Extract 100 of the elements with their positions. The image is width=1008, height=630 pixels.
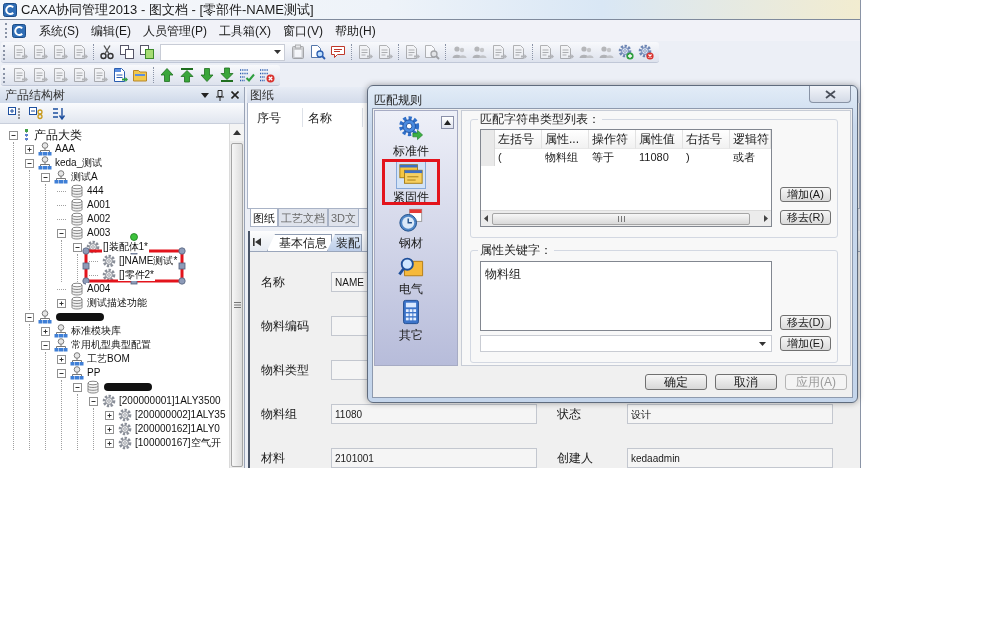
users-icon [598, 44, 614, 60]
expand-toggle[interactable] [57, 298, 66, 308]
tree-item[interactable]: 测试描述功能 [86, 297, 148, 309]
close-button[interactable] [809, 86, 851, 103]
scroll-up-button[interactable] [441, 116, 454, 129]
right-arrow-icon[interactable] [764, 215, 768, 222]
category-item[interactable]: 钢材 [382, 205, 440, 251]
menu-item[interactable]: 人员管理(P) [138, 22, 212, 39]
close-icon [824, 89, 836, 99]
toolbar-button[interactable] [217, 65, 237, 85]
column-header[interactable]: 右括号 [683, 130, 730, 149]
tree-item[interactable]: [200000002]1ALY35 [134, 409, 227, 421]
tree-item[interactable]: 标准模块库 [70, 325, 122, 337]
menu-item[interactable]: 编辑(E) [86, 22, 136, 39]
collapse-toggle[interactable] [73, 242, 82, 252]
dialog-button[interactable]: 取消 [715, 373, 777, 390]
tab[interactable]: 基本信息 [267, 234, 332, 251]
menu-item[interactable]: 系统(S) [34, 22, 84, 39]
toolbar-button[interactable] [97, 42, 117, 62]
keyword-list[interactable]: 物料组 [480, 261, 772, 331]
expand-toggle[interactable] [41, 326, 50, 336]
tab[interactable]: 3D文 [328, 209, 360, 227]
menu-item[interactable]: 工具箱(X) [214, 22, 276, 39]
expand-toggle[interactable] [105, 438, 114, 448]
tab[interactable]: 装配 [327, 234, 362, 251]
tree-item[interactable]: [200000001]1ALY3500 [118, 395, 222, 407]
collapse-toggle[interactable] [57, 368, 66, 378]
column-header[interactable]: 左括号 [495, 130, 542, 149]
column-header[interactable]: 属性... [542, 130, 589, 149]
expand-toggle[interactable] [105, 424, 114, 434]
toolbar-button[interactable] [177, 65, 197, 85]
text-field[interactable]: 11080 [331, 404, 537, 424]
tree-item[interactable]: []零件2* [118, 269, 155, 281]
tree-item[interactable]: A004 [86, 283, 112, 295]
tree-item[interactable]: 工艺BOM [86, 353, 131, 365]
collapse-toggle[interactable] [73, 382, 82, 392]
tab[interactable]: 工艺文档 [278, 209, 328, 227]
menu-item[interactable]: 窗口(V) [278, 22, 328, 39]
toolbar-button[interactable] [117, 42, 137, 62]
collapse-toggle[interactable] [41, 172, 50, 182]
scrollbar-thumb[interactable] [492, 212, 750, 225]
tree-item[interactable]: 产品大类 [33, 128, 83, 142]
category-item[interactable]: 电气 [382, 251, 440, 297]
keyword-item[interactable]: 物料组 [485, 265, 767, 283]
category-item[interactable]: 标准件 [382, 113, 440, 159]
category-item[interactable]: 紧固件 [382, 159, 440, 205]
expand-all-icon[interactable] [8, 106, 20, 120]
tree-item[interactable]: []装配体1* [102, 241, 149, 253]
tree-item[interactable]: keda_测试 [54, 157, 104, 169]
tree-item[interactable]: PP [86, 367, 102, 379]
expand-toggle[interactable] [25, 144, 34, 154]
text-field[interactable]: kedaadmin [627, 448, 833, 468]
dialog-button[interactable]: 确定 [645, 373, 707, 390]
collapse-toggle[interactable] [25, 158, 34, 168]
toolbar-button[interactable] [308, 42, 328, 62]
left-arrow-icon[interactable] [484, 215, 488, 222]
tree-item[interactable]: AAA [54, 143, 76, 155]
expand-toggle[interactable] [57, 354, 66, 364]
toolbar-button[interactable] [137, 42, 157, 62]
skip-back-icon[interactable] [253, 238, 261, 246]
text-field[interactable]: 2101001 [331, 448, 537, 468]
tree-item[interactable]: 测试A [70, 171, 99, 183]
tree-item[interactable]: 常用机型典型配置 [70, 339, 152, 351]
collapse-toggle[interactable] [89, 396, 98, 406]
menu-item[interactable]: 帮助(H) [330, 22, 381, 39]
expand-toggle[interactable] [105, 410, 114, 420]
dialog-button[interactable]: 移去(D) [780, 315, 831, 330]
tree-item[interactable]: [200000162]1ALY0 [134, 423, 221, 435]
grip-icon [617, 215, 625, 222]
dialog-button[interactable]: 增加(A) [780, 187, 831, 202]
tree-item[interactable]: A001 [86, 199, 112, 211]
category-item[interactable]: 其它 [382, 297, 440, 343]
tree-item[interactable]: [100000167]空气开 [134, 437, 222, 449]
tree-item[interactable]: A002 [86, 213, 112, 225]
close-icon[interactable] [231, 91, 239, 99]
scrollbar-thumb[interactable] [231, 143, 243, 467]
tree-item[interactable]: 444 [86, 185, 105, 197]
column-header[interactable]: 操作符 [589, 130, 636, 149]
tab[interactable]: 图纸 [250, 209, 278, 227]
collapse-toggle[interactable] [57, 228, 66, 238]
collapse-toggle[interactable] [9, 130, 18, 140]
collapse-toggle[interactable] [25, 312, 34, 322]
collapse-all-icon[interactable] [29, 106, 43, 120]
tree-item[interactable]: []NAME测试* [118, 255, 179, 267]
sort-icon[interactable] [52, 106, 66, 120]
horizontal-scrollbar[interactable] [481, 210, 771, 226]
collapse-toggle[interactable] [41, 340, 50, 350]
dialog-button[interactable]: 移去(R) [780, 210, 831, 225]
pin-icon[interactable] [216, 89, 224, 101]
text-field[interactable]: 设计 [627, 404, 833, 424]
document-icon [538, 44, 554, 60]
field-label: 名称 [261, 274, 286, 291]
dialog-button[interactable]: 增加(E) [780, 336, 831, 351]
tree-item[interactable]: A003 [86, 227, 112, 239]
scroll-up-button[interactable] [230, 124, 244, 141]
column-header[interactable]: 逻辑符 [730, 130, 771, 149]
vertical-scrollbar[interactable] [229, 124, 244, 468]
dropdown-icon[interactable] [201, 92, 209, 98]
column-header[interactable]: 属性值 [636, 130, 683, 149]
app-logo-icon[interactable] [12, 23, 26, 38]
